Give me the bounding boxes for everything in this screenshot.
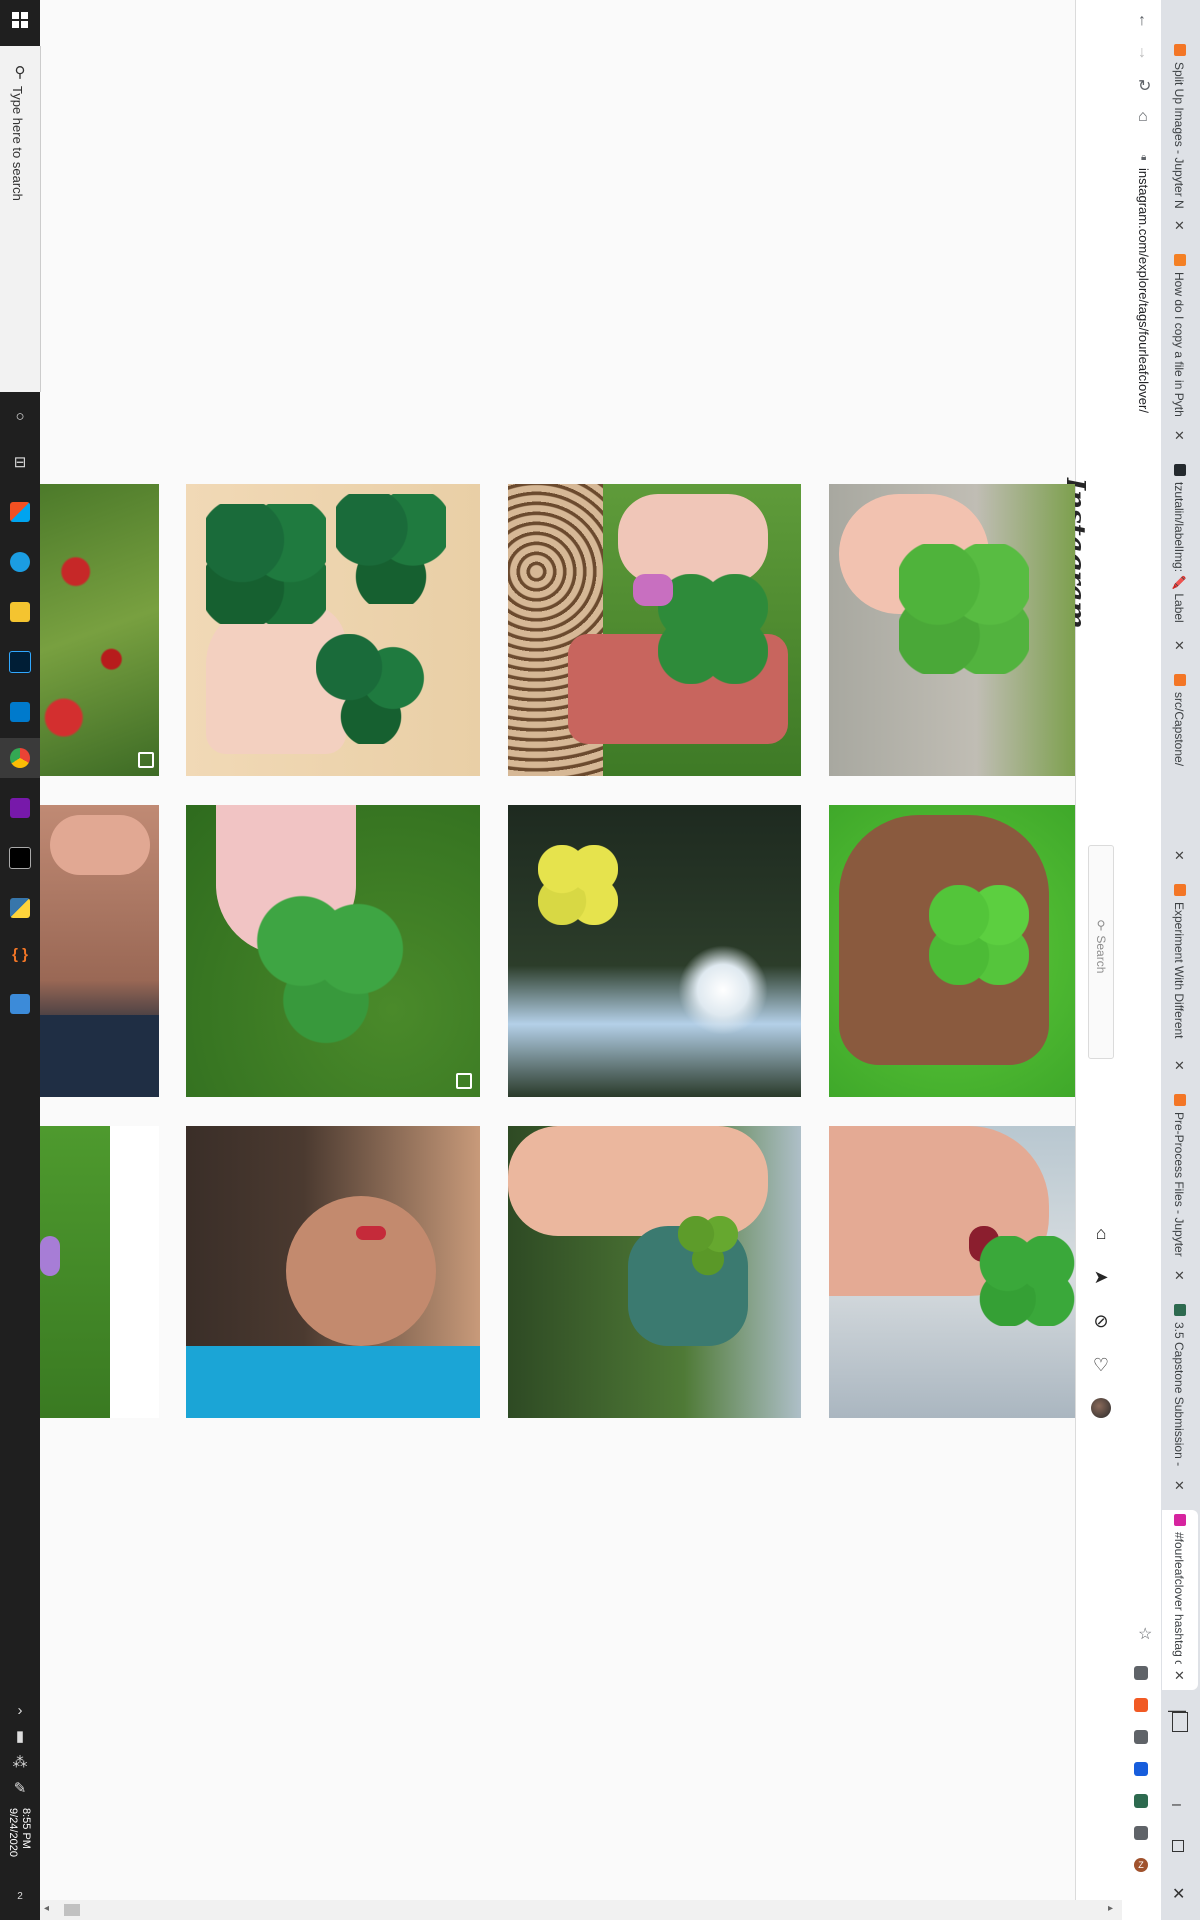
privacy-extension-icon[interactable]: [1134, 1730, 1148, 1744]
post-thumbnail[interactable]: [186, 1126, 480, 1418]
browser-tab[interactable]: #fourleafclover hashtag on ✕: [1162, 1510, 1198, 1690]
post-thumbnail[interactable]: [40, 484, 159, 776]
tab-close-icon[interactable]: ✕: [1174, 1058, 1185, 1074]
bitwarden-extension-icon[interactable]: [1134, 1762, 1148, 1776]
tab-close-icon[interactable]: ✕: [1174, 1668, 1185, 1684]
home-browser-icon[interactable]: ⌂: [1138, 108, 1148, 126]
post-thumbnail[interactable]: [508, 1126, 801, 1418]
instagram-search-placeholder: ⚲ Search: [1094, 918, 1108, 974]
photoshop-icon[interactable]: [0, 642, 40, 682]
tab-title: tzutalin/labelImg: 🖍️ Label: [1172, 482, 1186, 623]
explore-icon[interactable]: ⊘: [1090, 1310, 1112, 1332]
direct-icon[interactable]: ➤: [1090, 1266, 1112, 1288]
taskbar-search-placeholder: Type here to search: [10, 86, 25, 201]
post-thumbnail[interactable]: [508, 484, 801, 776]
tab-title: How do I copy a file in Pyth: [1172, 272, 1186, 417]
browser-tab[interactable]: How do I copy a file in Pyth ✕: [1162, 250, 1198, 450]
terminal-icon[interactable]: [0, 838, 40, 878]
horizontal-scrollbar[interactable]: ◂ ▸: [40, 1900, 1122, 1920]
browser-tab[interactable]: Pre-Process Files - Jupyter ✕: [1162, 1090, 1198, 1290]
browser-tab[interactable]: 3.5 Capstone Submission - ✕: [1162, 1300, 1198, 1500]
tab-favicon-icon: [1174, 674, 1186, 686]
scroll-right-icon[interactable]: ▸: [1108, 1903, 1113, 1914]
browser-tab[interactable]: Experiment With Different ✕: [1162, 880, 1198, 1080]
tab-favicon-icon: [1174, 1304, 1186, 1316]
tab-favicon-icon: [1174, 254, 1186, 266]
tab-favicon-icon: [1174, 1094, 1186, 1106]
chrome-icon[interactable]: [0, 738, 40, 778]
edge-icon[interactable]: [0, 542, 40, 582]
puzzle-extension-icon[interactable]: [1134, 1826, 1148, 1840]
volume-icon[interactable]: ✎: [0, 1768, 40, 1808]
restore-window-icon[interactable]: [1172, 1712, 1188, 1732]
tab-favicon-icon: [1174, 464, 1186, 476]
vscode-icon[interactable]: [0, 692, 40, 732]
post-thumbnail[interactable]: [508, 805, 801, 1097]
search-placeholder-text: Search: [1094, 935, 1108, 974]
python-icon[interactable]: [0, 888, 40, 928]
multi-photo-icon: [138, 752, 154, 768]
post-thumbnail-blank: [110, 1126, 159, 1418]
clock-time: 8:55 PM: [20, 1808, 32, 1849]
cortana-icon[interactable]: ○: [0, 396, 40, 436]
browser-tab[interactable]: tzutalin/labelImg: 🖍️ Label ✕: [1162, 460, 1198, 660]
instagram-search-input[interactable]: ⚲ Search: [1088, 845, 1114, 1059]
g-extension-extension-icon[interactable]: [1134, 1666, 1148, 1680]
post-thumbnail[interactable]: [40, 1126, 110, 1418]
scrollbar-thumb[interactable]: [64, 1904, 80, 1916]
tab-title: Experiment With Different: [1172, 902, 1186, 1039]
close-window-button[interactable]: ✕: [1172, 1884, 1185, 1904]
tab-close-icon[interactable]: ✕: [1174, 428, 1185, 444]
back-icon[interactable]: ↑: [1138, 12, 1146, 30]
profile-extension-icon[interactable]: Z: [1134, 1858, 1148, 1872]
post-thumbnail[interactable]: [186, 805, 480, 1097]
notification-center-icon[interactable]: 2: [0, 1876, 40, 1916]
home-icon[interactable]: ⌂: [1090, 1222, 1112, 1244]
task-view-icon[interactable]: ⊟: [0, 442, 40, 482]
reload-icon[interactable]: ↻: [1138, 76, 1151, 96]
calculator-icon[interactable]: [0, 984, 40, 1024]
post-thumbnail[interactable]: [186, 484, 480, 776]
taskbar-clock[interactable]: 8:55 PM 9/24/2020: [6, 1808, 32, 1857]
tab-favicon-icon: [1174, 44, 1186, 56]
post-thumbnail[interactable]: [829, 484, 1075, 776]
tab-title: 3.5 Capstone Submission -: [1172, 1322, 1186, 1467]
minimize-button[interactable]: –: [1172, 1796, 1181, 1814]
lock-icon[interactable]: 🔒︎: [1141, 152, 1146, 163]
screenshot-extension-icon[interactable]: [1134, 1794, 1148, 1808]
tab-close-icon[interactable]: ✕: [1174, 848, 1185, 864]
tab-title: src/Capstone/: [1172, 692, 1186, 767]
post-thumbnail[interactable]: [40, 805, 159, 1097]
microsoft-store-icon[interactable]: [0, 492, 40, 532]
tab-title: Split Up Images - Jupyter N: [1172, 62, 1186, 209]
onenote-icon[interactable]: [0, 788, 40, 828]
tab-favicon-icon: [1174, 884, 1186, 896]
honey-extension-icon[interactable]: [1134, 1698, 1148, 1712]
notification-count: 2: [17, 1890, 23, 1902]
bookmark-star-icon[interactable]: ☆: [1138, 1624, 1152, 1644]
tab-close-icon[interactable]: ✕: [1174, 638, 1185, 654]
maximize-button[interactable]: [1172, 1840, 1184, 1852]
multi-photo-icon: [456, 1073, 472, 1089]
tab-title: #fourleafclover hashtag on: [1172, 1532, 1186, 1664]
tab-title: Pre-Process Files - Jupyter: [1172, 1112, 1186, 1257]
address-bar[interactable]: instagram.com/explore/tags/fourleafclove…: [1136, 168, 1151, 413]
post-thumbnail[interactable]: [829, 805, 1075, 1097]
browser-tab[interactable]: src/Capstone/ ✕: [1162, 670, 1198, 870]
file-explorer-icon[interactable]: [0, 592, 40, 632]
brackets-icon[interactable]: { }: [0, 934, 40, 974]
tab-close-icon[interactable]: ✕: [1174, 218, 1185, 234]
profile-avatar[interactable]: [1091, 1398, 1111, 1418]
tab-favicon-icon: [1174, 1514, 1186, 1526]
activity-icon[interactable]: ♡: [1090, 1354, 1112, 1376]
browser-tab[interactable]: Split Up Images - Jupyter N ✕: [1162, 40, 1198, 240]
scroll-left-icon[interactable]: ◂: [44, 1903, 49, 1914]
post-thumbnail[interactable]: [829, 1126, 1075, 1418]
tab-close-icon[interactable]: ✕: [1174, 1268, 1185, 1284]
windows-start-icon[interactable]: [0, 0, 40, 40]
forward-icon[interactable]: ↓: [1138, 44, 1146, 62]
clock-date: 9/24/2020: [7, 1808, 19, 1857]
tab-close-icon[interactable]: ✕: [1174, 1478, 1185, 1494]
